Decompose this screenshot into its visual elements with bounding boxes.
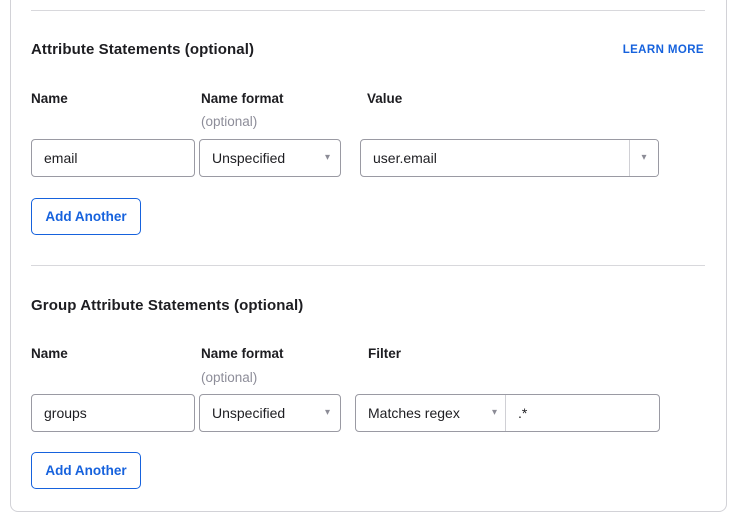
group-attribute-filter-type-value: Matches regex bbox=[368, 405, 460, 421]
chevron-down-icon: ▾ bbox=[641, 153, 646, 163]
column-header-name-format: Name format bbox=[201, 346, 284, 362]
attribute-name-input[interactable] bbox=[32, 140, 194, 176]
chevron-down-icon: ▾ bbox=[325, 408, 330, 418]
saml-settings-screen: Attribute Statements (optional) LEARN MO… bbox=[0, 0, 737, 530]
column-header-name: Name bbox=[31, 91, 68, 107]
attribute-name-format-value: Unspecified bbox=[212, 150, 285, 166]
chevron-down-icon: ▾ bbox=[325, 153, 330, 163]
column-header-value: Value bbox=[367, 91, 402, 107]
group-attribute-filter-value-input[interactable] bbox=[506, 395, 659, 431]
section-divider bbox=[31, 265, 705, 266]
attribute-value-dropdown-toggle[interactable]: ▾ bbox=[629, 140, 658, 176]
chevron-down-icon: ▾ bbox=[492, 408, 497, 418]
group-attribute-name-field bbox=[31, 394, 195, 432]
column-header-name: Name bbox=[31, 346, 68, 362]
add-another-attribute-button[interactable]: Add Another bbox=[31, 198, 141, 235]
group-attribute-name-format-value: Unspecified bbox=[212, 405, 285, 421]
attribute-statements-title: Attribute Statements (optional) bbox=[31, 42, 254, 58]
attribute-value-input[interactable] bbox=[361, 140, 629, 176]
learn-more-link[interactable]: LEARN MORE bbox=[623, 43, 704, 57]
name-format-optional-note: (optional) bbox=[201, 370, 257, 386]
group-attribute-name-format-select[interactable]: Unspecified ▾ bbox=[199, 394, 341, 432]
attribute-value-combo: ▾ bbox=[360, 139, 659, 177]
group-attribute-name-input[interactable] bbox=[32, 395, 194, 431]
column-header-filter: Filter bbox=[368, 346, 401, 362]
name-format-optional-note: (optional) bbox=[201, 114, 257, 130]
group-attribute-filter-combo: Matches regex ▾ bbox=[355, 394, 660, 432]
add-another-group-attribute-button[interactable]: Add Another bbox=[31, 452, 141, 489]
attribute-name-format-select[interactable]: Unspecified ▾ bbox=[199, 139, 341, 177]
attribute-value-field bbox=[361, 140, 629, 176]
saml-settings-card: Attribute Statements (optional) LEARN MO… bbox=[10, 0, 727, 512]
attribute-name-field bbox=[31, 139, 195, 177]
group-attribute-filter-type-select[interactable]: Matches regex ▾ bbox=[356, 395, 506, 431]
section-divider bbox=[31, 10, 705, 11]
group-attribute-statements-title: Group Attribute Statements (optional) bbox=[31, 298, 303, 314]
group-attribute-filter-value-field bbox=[506, 395, 659, 431]
column-header-name-format: Name format bbox=[201, 91, 284, 107]
